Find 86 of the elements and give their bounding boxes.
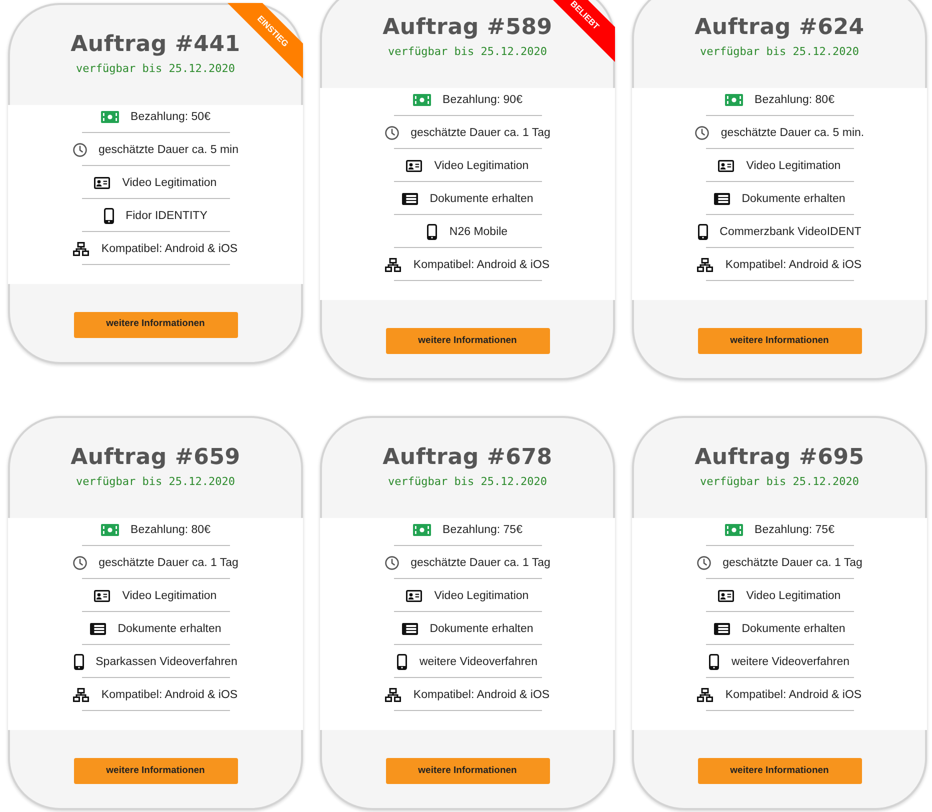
feature-label: Sparkassen Videoverfahren: [96, 655, 238, 670]
id-card-icon: [94, 590, 110, 602]
more-info-button[interactable]: weitere Informationen: [698, 758, 862, 784]
feature-label: Kompatibel: Android & iOS: [725, 258, 862, 273]
more-info-button[interactable]: weitere Informationen: [698, 328, 862, 354]
feature-label: Kompatibel: Android & iOS: [413, 258, 550, 273]
smartphone-icon: [709, 654, 720, 670]
feature-label: weitere Videoverfahren: [731, 655, 850, 670]
feature-label: geschätzte Dauer ca. 5 min: [98, 142, 238, 158]
feature-label: N26 Mobile: [449, 225, 508, 240]
feature-label: Video Legitimation: [434, 159, 529, 174]
id-card-icon: [94, 176, 110, 188]
smartphone-icon: [397, 654, 408, 670]
banknote-icon: [412, 524, 431, 536]
feature-label: Dokumente erhalten: [118, 622, 222, 637]
more-info-button[interactable]: weitere Informationen: [386, 758, 550, 784]
network-icon: [697, 688, 714, 702]
job-title: Auftrag #624: [694, 14, 864, 42]
banknote-icon: [100, 110, 119, 122]
feature-label: Bezahlung: 90€: [442, 93, 522, 108]
id-card-icon: [718, 160, 734, 172]
feature-label: Bezahlung: 50€: [130, 110, 210, 124]
feature-label: Bezahlung: 75€: [754, 523, 834, 538]
smartphone-icon: [74, 654, 84, 670]
job-title: Auftrag #678: [382, 444, 552, 472]
smartphone-icon: [104, 208, 114, 224]
banknote-icon: [724, 524, 743, 536]
feature-label: weitere Videoverfahren: [419, 655, 538, 670]
feature-label: Kompatibel: Android & iOS: [101, 242, 238, 256]
feature-label: Bezahlung: 80€: [754, 93, 834, 108]
feature-label: Bezahlung: 75€: [442, 523, 522, 538]
availability-date: verfügbar bis 25.12.2020: [388, 44, 547, 60]
feature-label: geschätzte Dauer ca. 1 Tag: [410, 556, 550, 571]
smartphone-icon: [427, 224, 438, 240]
feature-label: Kompatibel: Android & iOS: [725, 688, 862, 703]
network-icon: [697, 258, 714, 272]
clock-icon: [696, 556, 711, 570]
table-icon: [714, 623, 730, 635]
table-icon: [90, 623, 106, 635]
feature-label: geschätzte Dauer ca. 1 Tag: [98, 556, 238, 571]
clock-icon: [384, 126, 399, 140]
feature-label: geschätzte Dauer ca. 1 Tag: [722, 556, 862, 571]
clock-icon: [694, 126, 709, 140]
availability-date: verfügbar bis 25.12.2020: [76, 474, 235, 490]
clock-icon: [72, 556, 87, 570]
id-card-icon: [406, 590, 422, 602]
more-info-button[interactable]: weitere Informationen: [74, 312, 238, 338]
network-icon: [73, 242, 90, 256]
id-card-icon: [406, 160, 422, 172]
feature-label: Dokumente erhalten: [430, 192, 534, 207]
availability-date: verfügbar bis 25.12.2020: [700, 474, 859, 490]
more-info-button[interactable]: weitere Informationen: [386, 328, 550, 354]
clock-icon: [72, 142, 86, 156]
job-title: Auftrag #659: [70, 444, 240, 472]
feature-label: Dokumente erhalten: [742, 622, 846, 637]
feature-label: Kompatibel: Android & iOS: [413, 688, 550, 703]
feature-label: geschätzte Dauer ca. 1 Tag: [410, 126, 550, 141]
feature-label: Bezahlung: 80€: [130, 523, 210, 538]
more-info-button[interactable]: weitere Informationen: [74, 758, 238, 784]
network-icon: [73, 688, 90, 702]
network-icon: [385, 258, 402, 272]
job-title: Auftrag #695: [694, 444, 864, 472]
table-icon: [402, 623, 418, 635]
table-icon: [714, 193, 730, 205]
feature-label: Video Legitimation: [122, 589, 217, 604]
feature-label: Dokumente erhalten: [742, 192, 846, 207]
availability-date: verfügbar bis 25.12.2020: [700, 44, 859, 60]
banknote-icon: [412, 94, 431, 106]
availability-date: verfügbar bis 25.12.2020: [388, 474, 547, 490]
banknote-icon: [724, 94, 743, 106]
table-icon: [402, 193, 418, 205]
feature-label: Commerzbank VideoIDENT: [720, 225, 862, 240]
feature-label: geschätzte Dauer ca. 5 min.: [720, 126, 864, 141]
id-card-icon: [718, 590, 734, 602]
feature-label: Dokumente erhalten: [430, 622, 534, 637]
clock-icon: [384, 556, 399, 570]
banknote-icon: [100, 524, 119, 536]
smartphone-icon: [698, 224, 708, 240]
feature-label: Video Legitimation: [122, 176, 217, 190]
feature-label: Kompatibel: Android & iOS: [101, 688, 238, 703]
feature-label: Video Legitimation: [434, 589, 529, 604]
feature-label: Fidor IDENTITY: [126, 208, 208, 224]
job-title: Auftrag #589: [382, 14, 552, 42]
feature-label: Video Legitimation: [746, 159, 841, 174]
feature-label: Video Legitimation: [746, 589, 841, 604]
network-icon: [385, 688, 402, 702]
